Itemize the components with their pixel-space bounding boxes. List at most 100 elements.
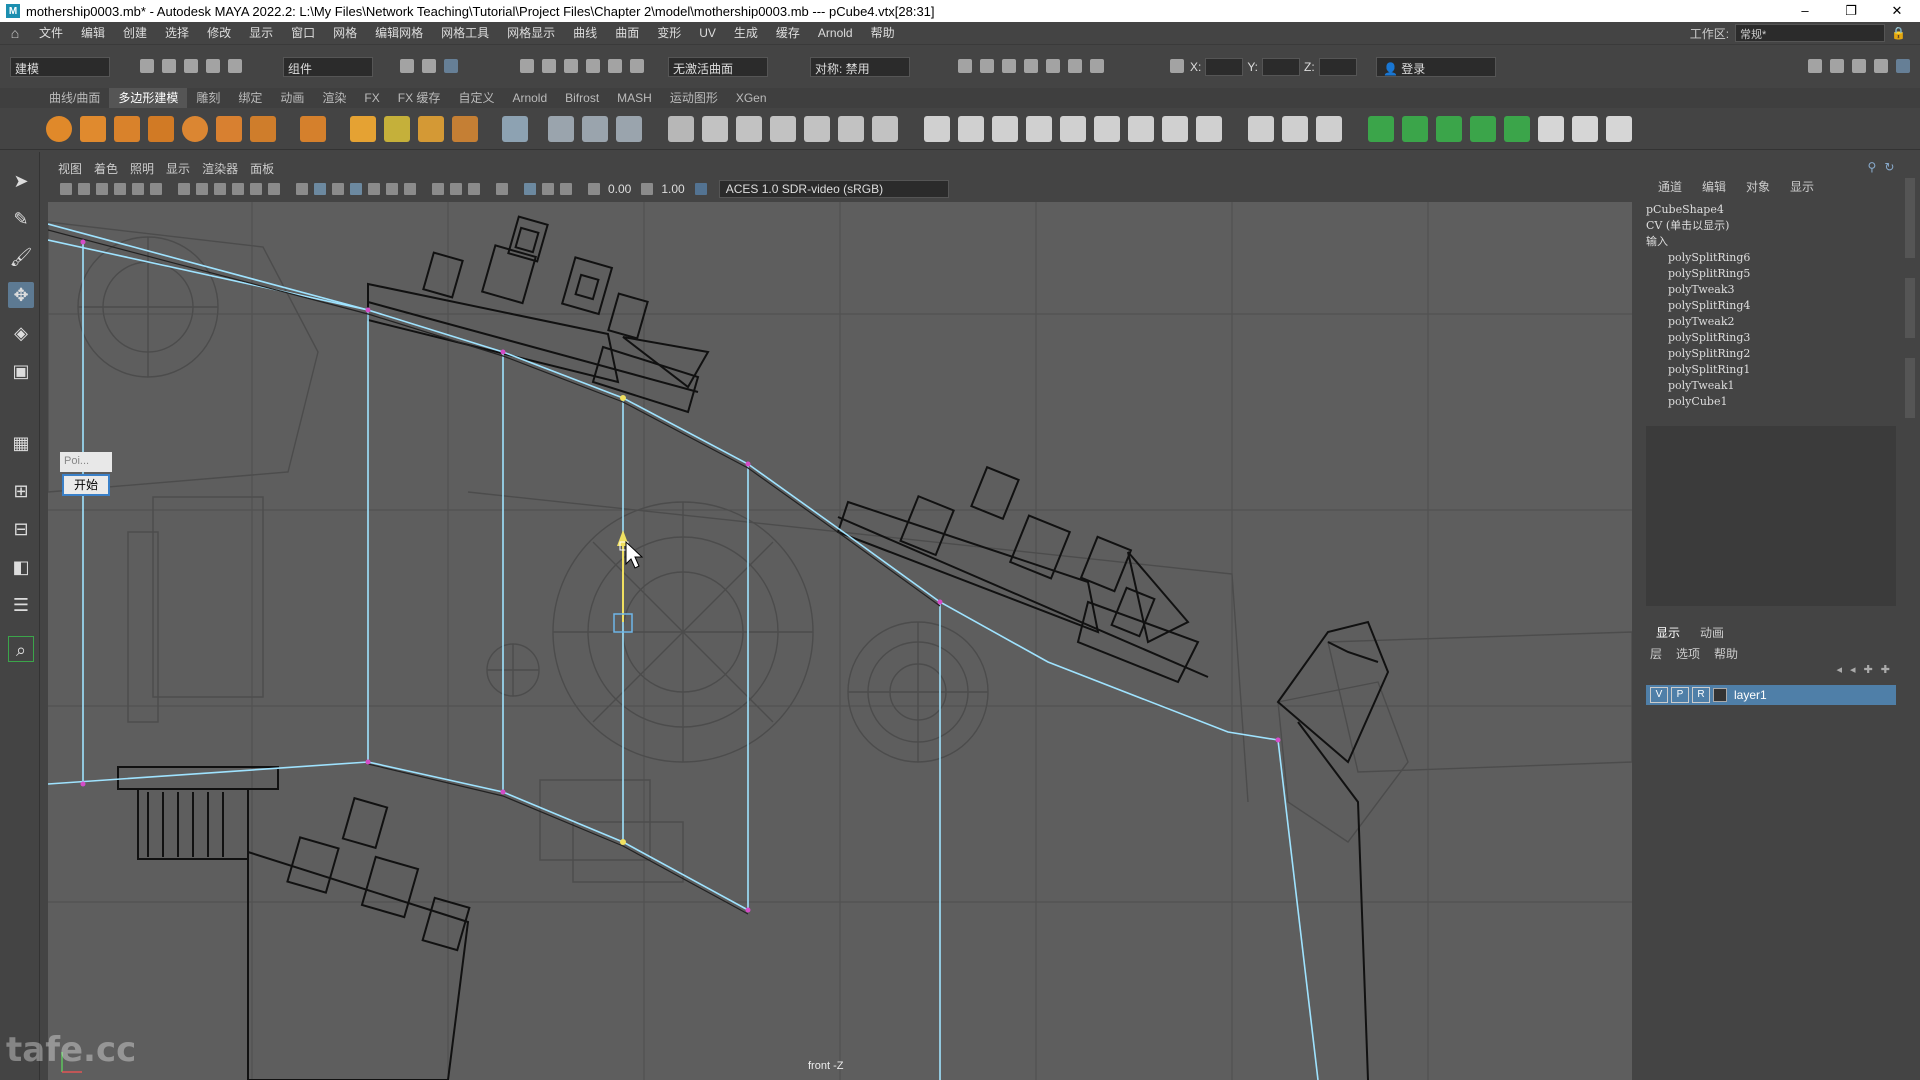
vp-menu-renderer[interactable]: 渲染器 bbox=[200, 160, 248, 177]
circularize-icon[interactable] bbox=[1060, 116, 1086, 142]
bevel-icon[interactable] bbox=[992, 116, 1018, 142]
input-node[interactable]: polySplitRing4 bbox=[1646, 298, 1896, 314]
layout-single-icon[interactable]: ▦ bbox=[8, 430, 34, 456]
ipr-render-icon[interactable] bbox=[1002, 59, 1016, 73]
layer-menu-options[interactable]: 选项 bbox=[1672, 645, 1710, 662]
input-node[interactable]: polySplitRing1 bbox=[1646, 362, 1896, 378]
pin-icon[interactable]: ⚲ bbox=[1868, 160, 1877, 175]
menu-edit[interactable]: 编辑 bbox=[72, 22, 114, 44]
menu-deform[interactable]: 变形 bbox=[648, 22, 690, 44]
cb-menu-show[interactable]: 显示 bbox=[1780, 178, 1824, 195]
field-chart-icon[interactable] bbox=[250, 183, 262, 195]
move-layer-up-icon[interactable]: ◂ bbox=[1837, 663, 1843, 676]
outliner-icon[interactable]: ☰ bbox=[8, 592, 34, 618]
z-input[interactable] bbox=[1318, 58, 1357, 76]
connect-icon[interactable] bbox=[1128, 116, 1154, 142]
render-view-icon[interactable] bbox=[1068, 59, 1082, 73]
shelf-tab-rigging[interactable]: 绑定 bbox=[229, 88, 271, 108]
collapse-icon[interactable] bbox=[1094, 116, 1120, 142]
undo-icon[interactable] bbox=[206, 59, 220, 73]
new-layer-icon[interactable]: ✚ bbox=[1864, 663, 1873, 676]
paint-select-icon[interactable]: 🖌 bbox=[8, 244, 34, 270]
snap-surface-icon[interactable] bbox=[608, 59, 622, 73]
bool-icon[interactable] bbox=[1026, 116, 1052, 142]
grease-pencil-icon[interactable] bbox=[150, 183, 162, 195]
auto-map-icon[interactable] bbox=[1504, 116, 1530, 142]
layer-reference-toggle[interactable]: R bbox=[1692, 687, 1710, 703]
menu-uv[interactable]: UV bbox=[690, 22, 725, 44]
center-pivot-icon[interactable] bbox=[616, 116, 642, 142]
layer-name[interactable]: layer1 bbox=[1734, 688, 1767, 702]
menu-mesh-display[interactable]: 网格显示 bbox=[498, 22, 564, 44]
character-controls-icon[interactable] bbox=[1830, 59, 1844, 73]
shelf-tab-animation[interactable]: 动画 bbox=[271, 88, 313, 108]
xray-joints-icon[interactable] bbox=[542, 183, 554, 195]
shelf-tab-fx-cache[interactable]: FX 缓存 bbox=[389, 88, 450, 108]
cv-row[interactable]: CV (单击以显示) bbox=[1646, 218, 1896, 234]
2d-pan-icon[interactable] bbox=[132, 183, 144, 195]
input-node[interactable]: polySplitRing2 bbox=[1646, 346, 1896, 362]
poly-plane-icon[interactable] bbox=[216, 116, 242, 142]
menu-edit-mesh[interactable]: 编辑网格 bbox=[366, 22, 432, 44]
film-gate-icon[interactable] bbox=[196, 183, 208, 195]
layer-playback-toggle[interactable]: P bbox=[1671, 687, 1689, 703]
snap-view-icon[interactable] bbox=[586, 59, 600, 73]
x-input[interactable] bbox=[1205, 58, 1244, 76]
selection-mode-dropdown[interactable]: 组件 bbox=[283, 57, 373, 77]
input-node[interactable]: polySplitRing3 bbox=[1646, 330, 1896, 346]
start-button[interactable]: 开始 bbox=[62, 474, 110, 496]
shelf-tab-fx[interactable]: FX bbox=[355, 88, 388, 108]
shelf-tab-curves[interactable]: 曲线/曲面 bbox=[40, 88, 109, 108]
symmetry-dropdown[interactable]: 对称: 禁用 bbox=[810, 57, 910, 77]
vp-menu-lighting[interactable]: 照明 bbox=[128, 160, 164, 177]
mirror-icon[interactable] bbox=[668, 116, 694, 142]
camera-attr-icon[interactable] bbox=[78, 183, 90, 195]
cb-menu-edit[interactable]: 编辑 bbox=[1692, 178, 1736, 195]
resolution-gate-icon[interactable] bbox=[214, 183, 226, 195]
sew-uv-icon[interactable] bbox=[1606, 116, 1632, 142]
lights-icon[interactable] bbox=[368, 183, 380, 195]
rotate-tool-icon[interactable]: ◈ bbox=[8, 320, 34, 346]
tool-settings-icon[interactable] bbox=[1874, 59, 1888, 73]
spherical-map-icon[interactable] bbox=[1470, 116, 1496, 142]
menu-curves[interactable]: 曲线 bbox=[564, 22, 606, 44]
reduce-icon[interactable] bbox=[804, 116, 830, 142]
select-tool-icon[interactable]: ➤ bbox=[8, 168, 34, 194]
render-sequence-icon[interactable] bbox=[980, 59, 994, 73]
refresh-icon[interactable]: ↻ bbox=[1884, 160, 1894, 175]
search-icon[interactable]: ⌕ bbox=[8, 636, 34, 662]
vp-menu-shading[interactable]: 着色 bbox=[92, 160, 128, 177]
anti-aliasing-icon[interactable] bbox=[450, 183, 462, 195]
layer-tab-display[interactable]: 显示 bbox=[1646, 624, 1690, 641]
input-node[interactable]: polySplitRing5 bbox=[1646, 266, 1896, 282]
input-node[interactable]: polyCube1 bbox=[1646, 394, 1896, 410]
cb-menu-channels[interactable]: 通道 bbox=[1648, 178, 1692, 195]
redo-icon[interactable] bbox=[228, 59, 242, 73]
side-tab-tool[interactable] bbox=[1905, 278, 1915, 338]
smooth-shade-icon[interactable] bbox=[314, 183, 326, 195]
menu-mesh[interactable]: 网格 bbox=[324, 22, 366, 44]
xray-icon[interactable] bbox=[524, 183, 536, 195]
menu-generate[interactable]: 生成 bbox=[725, 22, 767, 44]
camera-icon[interactable] bbox=[60, 183, 72, 195]
xray-components-icon[interactable] bbox=[560, 183, 572, 195]
move-layer-down-icon[interactable]: ◂ bbox=[1850, 663, 1856, 676]
snap-align-icon[interactable] bbox=[548, 116, 574, 142]
cb-menu-object[interactable]: 对象 bbox=[1736, 178, 1780, 195]
viewport-3d[interactable]: front -Z Poi... 开始 bbox=[48, 202, 1632, 1080]
cut-uv-icon[interactable] bbox=[1572, 116, 1598, 142]
platonic-solid-icon[interactable] bbox=[300, 116, 326, 142]
smooth-icon[interactable] bbox=[770, 116, 796, 142]
multi-cut-icon[interactable] bbox=[1248, 116, 1274, 142]
menu-surfaces[interactable]: 曲面 bbox=[606, 22, 648, 44]
select-object-icon[interactable] bbox=[422, 59, 436, 73]
poly-disc-icon[interactable] bbox=[250, 116, 276, 142]
prompt-input[interactable]: Poi... bbox=[60, 452, 112, 472]
image-plane-icon[interactable] bbox=[114, 183, 126, 195]
vp-menu-view[interactable]: 视图 bbox=[56, 160, 92, 177]
menu-set-dropdown[interactable]: 建模 bbox=[10, 57, 110, 77]
vp-menu-panels[interactable]: 面板 bbox=[248, 160, 284, 177]
layer-color-swatch[interactable] bbox=[1713, 688, 1727, 702]
lasso-tool-icon[interactable]: ✎ bbox=[8, 206, 34, 232]
layout-four-icon[interactable]: ⊞ bbox=[8, 478, 34, 504]
